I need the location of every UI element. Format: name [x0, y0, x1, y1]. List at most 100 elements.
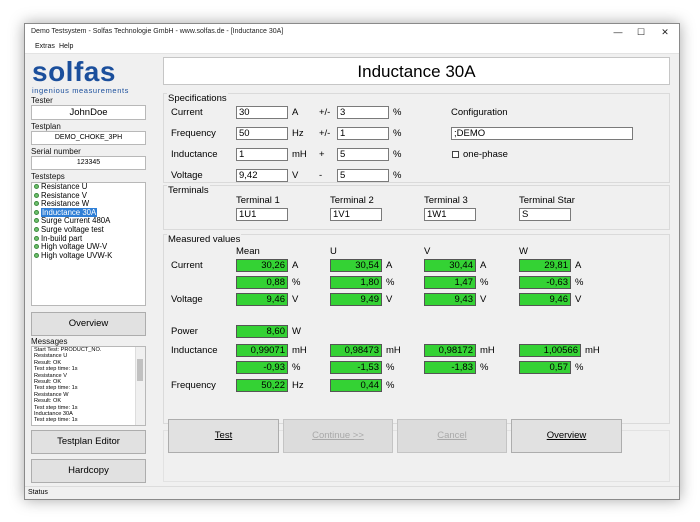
close-icon[interactable]: ✕ [654, 25, 676, 40]
row-label: Power [171, 326, 198, 337]
menu-help[interactable]: Help [59, 43, 73, 50]
frequency-deviation: 0,44 [330, 379, 382, 392]
current-pct-mean: 0,88 [236, 276, 288, 289]
spec-unit: A [292, 107, 299, 118]
configuration-field[interactable]: ;DEMO [451, 127, 633, 140]
row-label: Voltage [171, 294, 203, 305]
unit: % [575, 362, 584, 373]
unit: % [386, 277, 395, 288]
voltage-u: 9,49 [330, 293, 382, 306]
hardcopy-button[interactable]: Hardcopy [31, 459, 146, 483]
status-dot-icon [34, 192, 39, 198]
current-pct-w: -0,63 [519, 276, 571, 289]
terminal-name: Terminal 1 [236, 195, 280, 206]
spec-tol-unit: % [393, 149, 402, 160]
unit: % [292, 362, 301, 373]
specifications-group: Specifications Current 30 A +/- 3 % Freq… [163, 93, 670, 183]
terminals-group: Terminals Terminal 1 1U1 Terminal 2 1V1 … [163, 185, 670, 230]
terminal-3-field[interactable]: 1W1 [424, 208, 476, 221]
spec-tol-unit: % [393, 170, 402, 181]
spec-current-tol[interactable]: 3 [337, 106, 389, 119]
inductance-pct-w: 0,57 [519, 361, 571, 374]
current-pct-u: 1,80 [330, 276, 382, 289]
terminal-star-field[interactable]: S [519, 208, 571, 221]
log-line: Test step time: 1s [34, 417, 78, 424]
voltage-w: 9,46 [519, 293, 571, 306]
col-header: V [424, 246, 431, 257]
logo-word: solfas [32, 56, 116, 87]
teststeps-label: Teststeps [31, 172, 65, 181]
spec-inductance-tol[interactable]: 5 [337, 148, 389, 161]
terminal-name: Terminal Star [519, 195, 575, 206]
menu-extras[interactable]: Extras [35, 43, 55, 50]
voltage-v: 9,43 [424, 293, 476, 306]
messages-label: Messages [31, 337, 68, 346]
unit: mH [292, 345, 307, 356]
testplan-editor-button[interactable]: Testplan Editor [31, 430, 146, 454]
messages-scrollbar[interactable] [135, 347, 145, 425]
power-mean: 8,60 [236, 325, 288, 338]
spec-unit: V [292, 170, 299, 181]
testplan-field[interactable]: DEMO_CHOKE_3PH [31, 131, 146, 145]
terminal-1-field[interactable]: 1U1 [236, 208, 288, 221]
unit: % [386, 362, 395, 373]
col-header: U [330, 246, 337, 257]
solfas-logo: solfas ingenious measurements [30, 56, 148, 95]
inductance-pct-u: -1,53 [330, 361, 382, 374]
app-window: Demo Testsystem - Solfas Technologie Gmb… [24, 23, 680, 500]
scrollbar-thumb[interactable] [137, 359, 143, 381]
test-button-label: Test [214, 430, 233, 441]
spec-tol-unit: % [393, 128, 402, 139]
test-button[interactable]: Test [168, 419, 279, 453]
cancel-button[interactable]: Cancel [397, 419, 507, 453]
unit: % [575, 277, 584, 288]
terminals-label: Terminals [167, 185, 210, 196]
unit: mH [585, 345, 600, 356]
spec-voltage-value[interactable]: 9,42 [236, 169, 288, 182]
status-dot-icon [34, 209, 39, 215]
unit: % [480, 362, 489, 373]
current-v: 30,44 [424, 259, 476, 272]
spec-current-value[interactable]: 30 [236, 106, 288, 119]
unit: A [292, 260, 299, 271]
spec-frequency-value[interactable]: 50 [236, 127, 288, 140]
unit: mH [480, 345, 495, 356]
tester-label: Tester [31, 96, 53, 105]
spec-frequency-tol[interactable]: 1 [337, 127, 389, 140]
overview-button-label: Overview [546, 430, 587, 441]
minimize-icon[interactable]: — [607, 25, 629, 40]
tester-field[interactable]: JohnDoe [31, 105, 146, 120]
inductance-v: 0,98172 [424, 344, 476, 357]
window-title: Demo Testsystem - Solfas Technologie Gmb… [31, 28, 284, 35]
testplan-label: Testplan [31, 122, 61, 131]
overview-button[interactable]: Overview [511, 419, 622, 453]
inductance-mean: 0,99071 [236, 344, 288, 357]
list-item[interactable]: High voltage UVW-K [32, 251, 145, 261]
serial-label: Serial number [31, 147, 81, 156]
spec-unit: Hz [292, 128, 304, 139]
spec-inductance-value[interactable]: 1 [236, 148, 288, 161]
col-header: W [519, 246, 528, 257]
unit: A [480, 260, 487, 271]
terminal-name: Terminal 2 [330, 195, 374, 206]
row-label: Current [171, 260, 203, 271]
unit: A [386, 260, 393, 271]
row-label: Frequency [171, 380, 216, 391]
page-title: Inductance 30A [163, 57, 670, 85]
serial-field[interactable]: 123345 [31, 156, 146, 170]
one-phase-checkbox[interactable] [452, 151, 459, 158]
unit: % [292, 277, 301, 288]
measured-values-group: Measured values Mean U V W Current 30,26… [163, 234, 670, 424]
spec-voltage-tol[interactable]: 5 [337, 169, 389, 182]
continue-button[interactable]: Continue >> [283, 419, 393, 453]
menu-bar: Extras Help [25, 41, 679, 54]
maximize-icon[interactable]: ☐ [630, 25, 652, 40]
unit: % [386, 380, 395, 391]
terminal-2-field[interactable]: 1V1 [330, 208, 382, 221]
row-label: Inductance [171, 345, 218, 356]
inductance-pct-v: -1,83 [424, 361, 476, 374]
overview-sidebar-button[interactable]: Overview [31, 312, 146, 336]
spec-op: + [319, 149, 325, 160]
status-dot-icon [34, 244, 39, 250]
unit: V [292, 294, 299, 305]
